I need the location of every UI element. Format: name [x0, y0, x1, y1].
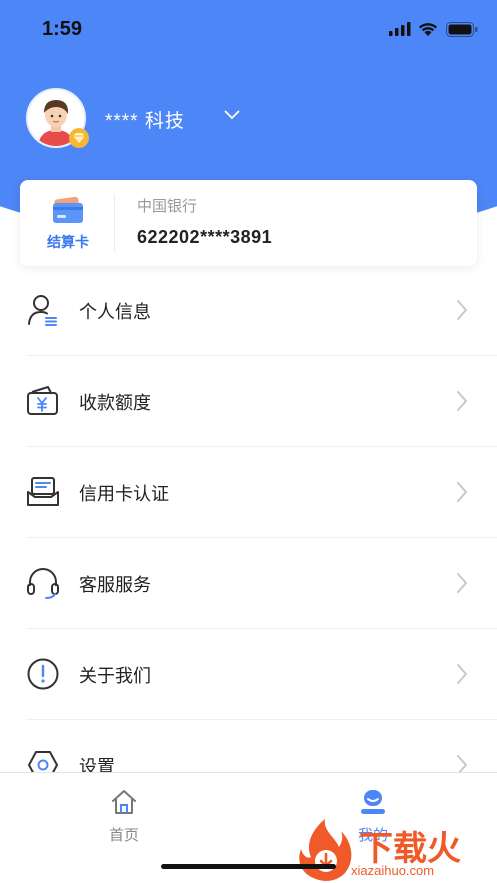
- flame-logo-icon: [299, 819, 352, 881]
- menu-item-label: 信用卡认证: [79, 484, 169, 504]
- card-type-label: 结算卡: [47, 234, 89, 250]
- status-bar: 1:59: [0, 0, 497, 60]
- chevron-right-icon: [457, 573, 467, 593]
- headset-icon: [27, 568, 59, 599]
- chevron-down-icon[interactable]: [224, 110, 240, 120]
- company-name[interactable]: **** 科技: [105, 106, 185, 133]
- menu-item-label: 关于我们: [79, 666, 151, 686]
- menu-item-payment-limit[interactable]: 收款额度: [0, 356, 497, 447]
- card-type: 结算卡: [42, 196, 94, 250]
- person-info-icon: [28, 295, 57, 326]
- menu-item-about-us[interactable]: 关于我们: [0, 629, 497, 720]
- info-circle-icon: [27, 658, 59, 690]
- user-icon: [361, 790, 385, 814]
- wallet-yuan-icon: [27, 386, 58, 415]
- card-number: 622202****3891: [137, 227, 273, 247]
- menu-item-credit-card-verify[interactable]: 信用卡认证: [0, 447, 497, 538]
- tab-home-label: 首页: [108, 827, 139, 844]
- chevron-right-icon: [457, 664, 467, 684]
- card-divider: [114, 194, 115, 252]
- home-icon: [112, 790, 136, 814]
- menu-item-personal-info[interactable]: 个人信息: [0, 265, 497, 356]
- watermark-url: xiazaihuo.com: [351, 863, 435, 878]
- bank-card[interactable]: 结算卡 中国银行 622202****3891: [20, 180, 477, 266]
- bank-name: 中国银行: [137, 198, 198, 215]
- menu-item-label: 个人信息: [79, 302, 151, 322]
- card-verify-icon: [27, 477, 59, 506]
- tab-home[interactable]: 首页: [84, 789, 164, 845]
- bank-card-icon: [53, 196, 83, 223]
- chevron-right-icon: [457, 300, 467, 320]
- watermark: 下载火 xiazaihuo.com: [295, 817, 495, 883]
- chevron-right-icon: [457, 482, 467, 502]
- vip-diamond-icon: [69, 128, 89, 148]
- status-time: 1:59: [42, 18, 83, 40]
- chevron-right-icon: [457, 391, 467, 411]
- home-indicator[interactable]: [161, 864, 336, 869]
- battery-icon: [446, 22, 478, 37]
- cellular-signal-icon: [389, 22, 411, 36]
- wifi-icon: [419, 23, 437, 36]
- menu-item-label: 收款额度: [79, 393, 151, 413]
- menu-item-customer-service[interactable]: 客服服务: [0, 538, 497, 629]
- menu-item-label: 客服服务: [79, 575, 151, 595]
